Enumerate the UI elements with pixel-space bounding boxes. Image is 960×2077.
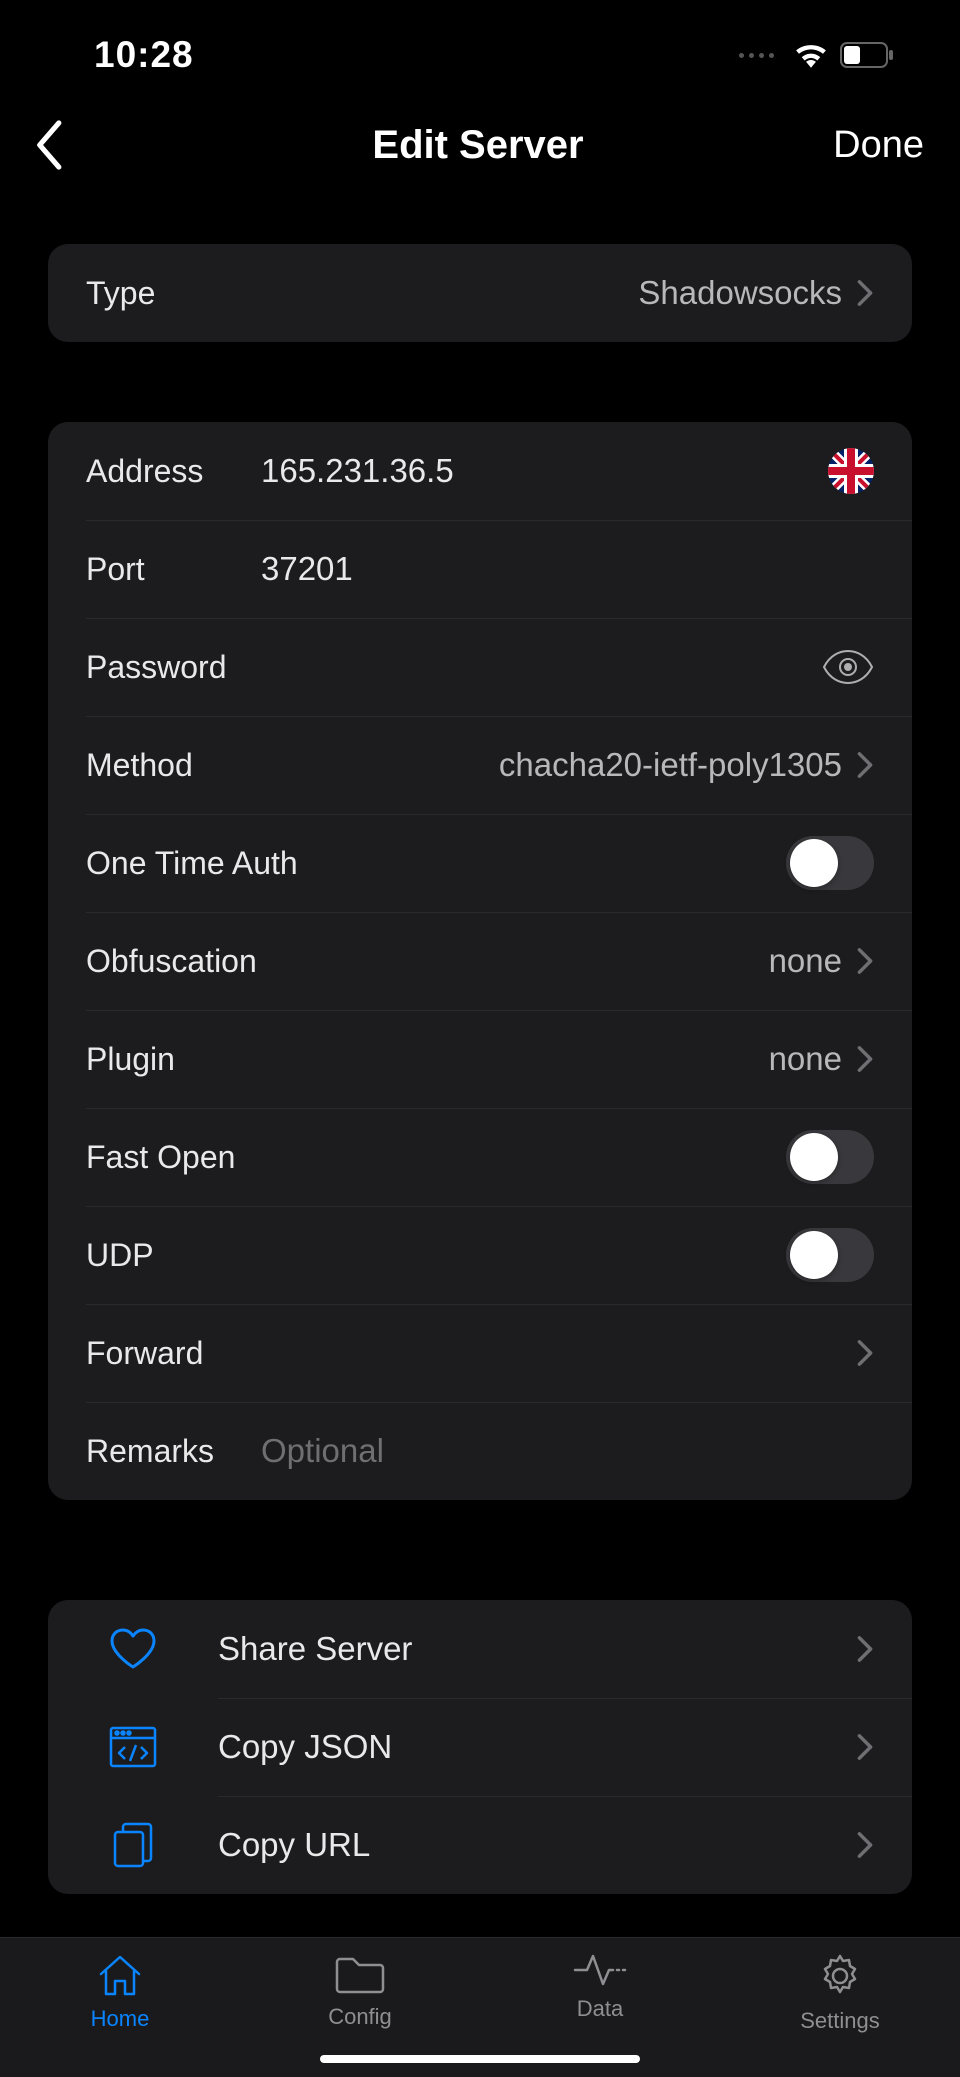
method-label: Method bbox=[86, 747, 261, 784]
udp-toggle[interactable] bbox=[786, 1228, 874, 1282]
chevron-right-icon bbox=[856, 279, 874, 307]
type-value: Shadowsocks bbox=[261, 274, 856, 312]
status-indicators bbox=[739, 42, 894, 68]
heart-icon bbox=[108, 1627, 158, 1671]
address-value[interactable]: 165.231.36.5 bbox=[261, 452, 828, 490]
copy-json-row[interactable]: Copy JSON bbox=[48, 1698, 912, 1796]
obfuscation-row[interactable]: Obfuscation none bbox=[48, 912, 912, 1010]
page-title: Edit Server bbox=[192, 123, 764, 168]
method-row[interactable]: Method chacha20-ietf-poly1305 bbox=[48, 716, 912, 814]
actions-card: Share Server Copy JSON Copy URL bbox=[48, 1600, 912, 1894]
uk-flag-icon bbox=[828, 448, 874, 494]
type-card: Type Shadowsocks bbox=[48, 244, 912, 342]
udp-label: UDP bbox=[86, 1237, 786, 1274]
status-bar: 10:28 bbox=[0, 0, 960, 80]
back-button[interactable] bbox=[32, 120, 192, 170]
tab-config-label: Config bbox=[328, 2004, 392, 2030]
share-server-row[interactable]: Share Server bbox=[48, 1600, 912, 1698]
tab-data-label: Data bbox=[577, 1996, 623, 2022]
type-row[interactable]: Type Shadowsocks bbox=[48, 244, 912, 342]
plugin-row[interactable]: Plugin none bbox=[48, 1010, 912, 1108]
port-label: Port bbox=[86, 551, 261, 588]
ota-label: One Time Auth bbox=[86, 845, 786, 882]
battery-icon bbox=[840, 42, 894, 68]
chevron-right-icon bbox=[856, 1635, 874, 1663]
nav-bar: Edit Server Done bbox=[0, 80, 960, 210]
chevron-right-icon bbox=[856, 1831, 874, 1859]
done-button[interactable]: Done bbox=[764, 124, 924, 167]
remarks-label: Remarks bbox=[86, 1433, 261, 1470]
address-label: Address bbox=[86, 453, 261, 490]
share-server-label: Share Server bbox=[218, 1630, 856, 1668]
chevron-right-icon bbox=[856, 1045, 874, 1073]
udp-row: UDP bbox=[48, 1206, 912, 1304]
ota-row: One Time Auth bbox=[48, 814, 912, 912]
tab-settings[interactable]: Settings bbox=[720, 1938, 960, 2077]
folder-icon bbox=[333, 1952, 387, 1996]
code-window-icon bbox=[108, 1725, 158, 1769]
tab-home[interactable]: Home bbox=[0, 1938, 240, 2077]
copy-url-label: Copy URL bbox=[218, 1826, 856, 1864]
tab-home-label: Home bbox=[91, 2006, 150, 2032]
pulse-icon bbox=[573, 1952, 627, 1988]
home-indicator[interactable] bbox=[320, 2055, 640, 2063]
plugin-label: Plugin bbox=[86, 1041, 261, 1078]
gear-icon bbox=[816, 1952, 864, 2000]
fastopen-row: Fast Open bbox=[48, 1108, 912, 1206]
obfuscation-value: none bbox=[261, 942, 856, 980]
chevron-right-icon bbox=[856, 1339, 874, 1367]
port-value[interactable]: 37201 bbox=[261, 550, 874, 588]
eye-icon[interactable] bbox=[822, 649, 874, 685]
forward-row[interactable]: Forward bbox=[48, 1304, 912, 1402]
password-label: Password bbox=[86, 649, 822, 686]
chevron-right-icon bbox=[856, 1733, 874, 1761]
copy-icon bbox=[111, 1820, 155, 1870]
tab-settings-label: Settings bbox=[800, 2008, 880, 2034]
cell-signal-icon bbox=[739, 53, 774, 58]
fastopen-toggle[interactable] bbox=[786, 1130, 874, 1184]
copy-json-label: Copy JSON bbox=[218, 1728, 856, 1766]
type-label: Type bbox=[86, 275, 261, 312]
chevron-right-icon bbox=[856, 947, 874, 975]
fastopen-label: Fast Open bbox=[86, 1139, 786, 1176]
forward-label: Forward bbox=[86, 1335, 856, 1372]
obfuscation-label: Obfuscation bbox=[86, 943, 261, 980]
remarks-input[interactable] bbox=[261, 1432, 874, 1470]
status-time: 10:28 bbox=[94, 34, 194, 76]
address-row[interactable]: Address 165.231.36.5 bbox=[48, 422, 912, 520]
method-value: chacha20-ietf-poly1305 bbox=[261, 746, 856, 784]
password-row[interactable]: Password bbox=[48, 618, 912, 716]
copy-url-row[interactable]: Copy URL bbox=[48, 1796, 912, 1894]
chevron-left-icon bbox=[32, 120, 68, 170]
remarks-row[interactable]: Remarks bbox=[48, 1402, 912, 1500]
chevron-right-icon bbox=[856, 751, 874, 779]
port-row[interactable]: Port 37201 bbox=[48, 520, 912, 618]
ota-toggle[interactable] bbox=[786, 836, 874, 890]
home-icon bbox=[95, 1952, 145, 1998]
server-fields-card: Address 165.231.36.5 Port 37201 bbox=[48, 422, 912, 1500]
plugin-value: none bbox=[261, 1040, 856, 1078]
wifi-icon bbox=[794, 42, 828, 68]
